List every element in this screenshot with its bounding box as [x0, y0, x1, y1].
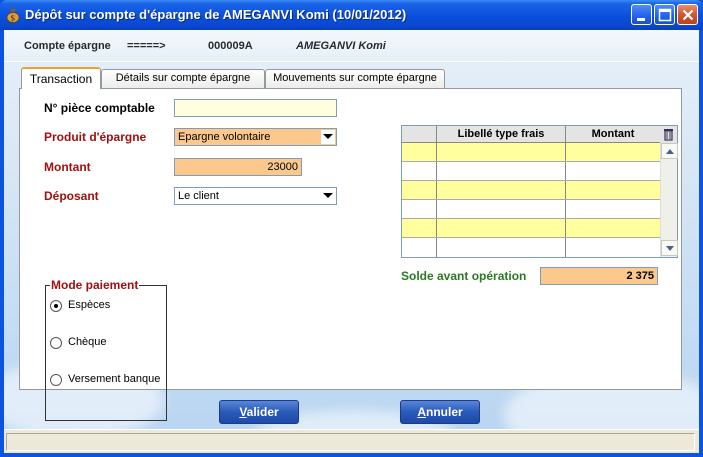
annuler-label: nnuler [426, 405, 463, 419]
account-number: 000009A [208, 40, 253, 52]
table-row[interactable] [402, 181, 660, 200]
table-cell[interactable] [566, 143, 660, 161]
deposant-select[interactable]: Le client [174, 187, 337, 205]
table-row[interactable] [402, 143, 660, 162]
montant-input[interactable]: 23000 [174, 158, 302, 176]
grid-scrollbar[interactable] [660, 143, 678, 257]
scroll-down-button[interactable] [661, 240, 678, 256]
scroll-up-button[interactable] [661, 143, 678, 159]
radio-versement[interactable] [50, 374, 62, 386]
close-button[interactable] [677, 4, 698, 25]
table-cell[interactable] [437, 162, 566, 180]
maximize-button[interactable] [654, 4, 675, 25]
account-label: Compte épargne [24, 40, 111, 52]
payment-title: Mode paiement [50, 278, 140, 292]
chevron-down-icon[interactable] [321, 189, 335, 203]
solde-label: Solde avant opération [401, 269, 527, 283]
table-cell[interactable] [566, 238, 660, 257]
grid-delete-button[interactable] [660, 126, 677, 143]
transaction-panel: N° pièce comptable Produit d'épargne Epa… [19, 88, 682, 421]
valider-label: alider [246, 405, 279, 419]
radio-cheque-label[interactable]: Chèque [68, 336, 107, 348]
table-cell[interactable] [437, 238, 566, 257]
close-icon [682, 9, 694, 21]
title-bar[interactable]: $ Dépôt sur compte d'épargne de AMEGANVI… [0, 0, 703, 30]
grid-header-selector [402, 126, 437, 142]
minimize-button[interactable] [631, 4, 652, 25]
tab-mouvements[interactable]: Mouvements sur compte épargne [265, 69, 445, 88]
table-cell[interactable] [566, 181, 660, 199]
account-arrow: =====> [127, 40, 166, 52]
table-cell[interactable] [402, 219, 437, 237]
radio-dot [54, 304, 58, 308]
grid-header-montant[interactable]: Montant [566, 126, 660, 142]
grid-header: Libellé type frais Montant [402, 126, 660, 143]
table-cell[interactable] [437, 181, 566, 199]
tab-details[interactable]: Détails sur compte épargne [101, 69, 265, 88]
window-title: Dépôt sur compte d'épargne de AMEGANVI K… [25, 7, 407, 22]
annuler-button[interactable]: Annuler [400, 400, 480, 424]
chevron-down-icon [666, 246, 674, 251]
table-row[interactable] [402, 200, 660, 219]
separator [4, 61, 699, 62]
annuler-accelerator: A [417, 405, 426, 419]
deposant-value: Le client [178, 190, 219, 202]
client-area: Compte épargne =====> 000009A AMEGANVI K… [4, 30, 699, 453]
table-cell[interactable] [402, 238, 437, 257]
produit-value: Epargne volontaire [178, 131, 271, 143]
piece-label: N° pièce comptable [44, 101, 155, 115]
table-cell[interactable] [402, 181, 437, 199]
status-panel [6, 433, 695, 451]
grid-header-libelle[interactable]: Libellé type frais [437, 126, 566, 142]
maximize-icon [658, 8, 672, 22]
table-cell[interactable] [402, 143, 437, 161]
radio-especes-label[interactable]: Espèces [68, 299, 110, 311]
window: $ Dépôt sur compte d'épargne de AMEGANVI… [0, 0, 703, 457]
solde-value: 2 375 [540, 267, 658, 285]
frais-grid[interactable]: Libellé type frais Montant [401, 125, 678, 258]
money-bag-icon: $ [6, 9, 20, 23]
deposant-label: Déposant [44, 189, 99, 203]
table-row[interactable] [402, 162, 660, 181]
radio-especes[interactable] [50, 300, 62, 312]
produit-select[interactable]: Epargne volontaire [174, 128, 337, 146]
montant-label: Montant [44, 160, 91, 174]
minimize-icon [637, 18, 645, 21]
valider-accelerator: V [239, 405, 247, 419]
payment-group: Mode paiement Espèces Chèque Versement b… [45, 278, 167, 421]
status-bar [4, 429, 699, 453]
account-holder: AMEGANVI Komi [296, 40, 386, 52]
chevron-down-icon[interactable] [321, 130, 335, 144]
table-row[interactable] [402, 238, 660, 257]
radio-cheque[interactable] [50, 337, 62, 349]
svg-text:$: $ [10, 14, 15, 23]
table-cell[interactable] [402, 162, 437, 180]
table-cell[interactable] [402, 200, 437, 218]
valider-button[interactable]: Valider [219, 400, 299, 424]
table-cell[interactable] [566, 162, 660, 180]
tab-transaction[interactable]: Transaction [21, 67, 101, 89]
chevron-up-icon [666, 149, 674, 154]
table-cell[interactable] [437, 219, 566, 237]
table-cell[interactable] [566, 219, 660, 237]
table-row[interactable] [402, 219, 660, 238]
table-cell[interactable] [566, 200, 660, 218]
radio-versement-label[interactable]: Versement banque [68, 373, 160, 385]
produit-label: Produit d'épargne [44, 130, 147, 144]
piece-input[interactable] [174, 99, 337, 117]
trash-icon [664, 129, 673, 141]
table-cell[interactable] [437, 200, 566, 218]
table-cell[interactable] [437, 143, 566, 161]
